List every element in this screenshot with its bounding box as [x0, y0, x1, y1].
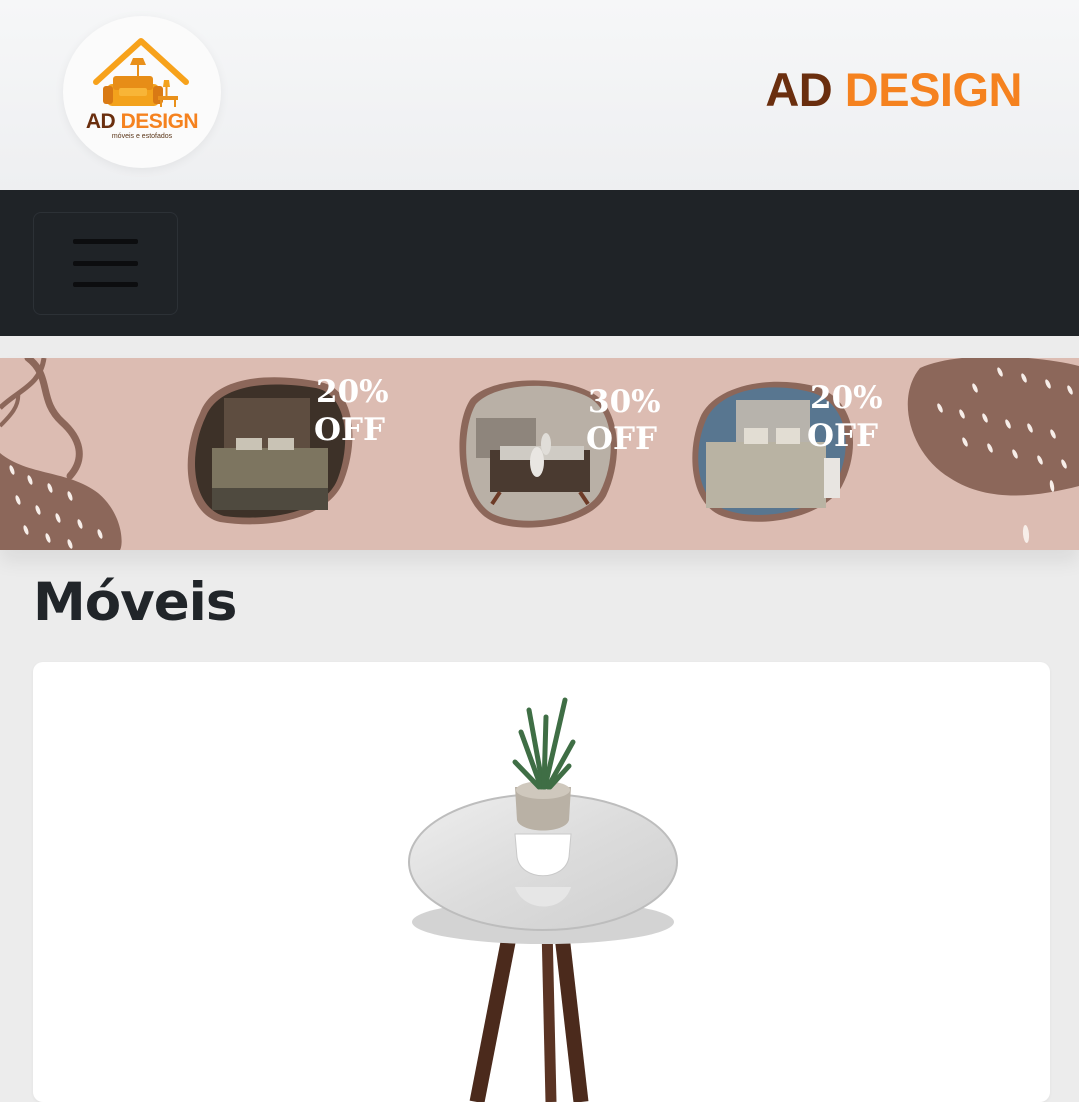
product-card[interactable]	[33, 662, 1050, 1102]
house-sofa-icon	[93, 38, 189, 107]
menu-toggle-button[interactable]	[33, 212, 178, 315]
hamburger-menu-icon	[73, 239, 138, 244]
promo-banner[interactable]: 20% OFF 30% OFF 20% OFF	[0, 358, 1079, 550]
offer-1-label: OFF	[314, 412, 385, 448]
logo-subtitle: móveis e estofados	[111, 133, 173, 140]
offer-1-percent: 20%	[316, 374, 389, 410]
offer-3-label: OFF	[807, 418, 878, 454]
section-title: Móveis	[33, 572, 237, 633]
offer-2-label: OFF	[586, 421, 657, 457]
site-logo[interactable]: AD DESIGN móveis e estofados	[63, 16, 221, 168]
promo-banner-art: 20% OFF 30% OFF 20% OFF	[0, 358, 1079, 550]
logo-wordmark: AD DESIGN	[85, 110, 199, 133]
hamburger-menu-icon	[73, 282, 138, 287]
hamburger-menu-icon	[73, 261, 138, 266]
brand-title: AD DESIGN	[765, 63, 1022, 116]
product-image	[408, 697, 678, 1102]
offer-2-percent: 30%	[588, 384, 661, 420]
offer-3-percent: 20%	[810, 380, 883, 416]
